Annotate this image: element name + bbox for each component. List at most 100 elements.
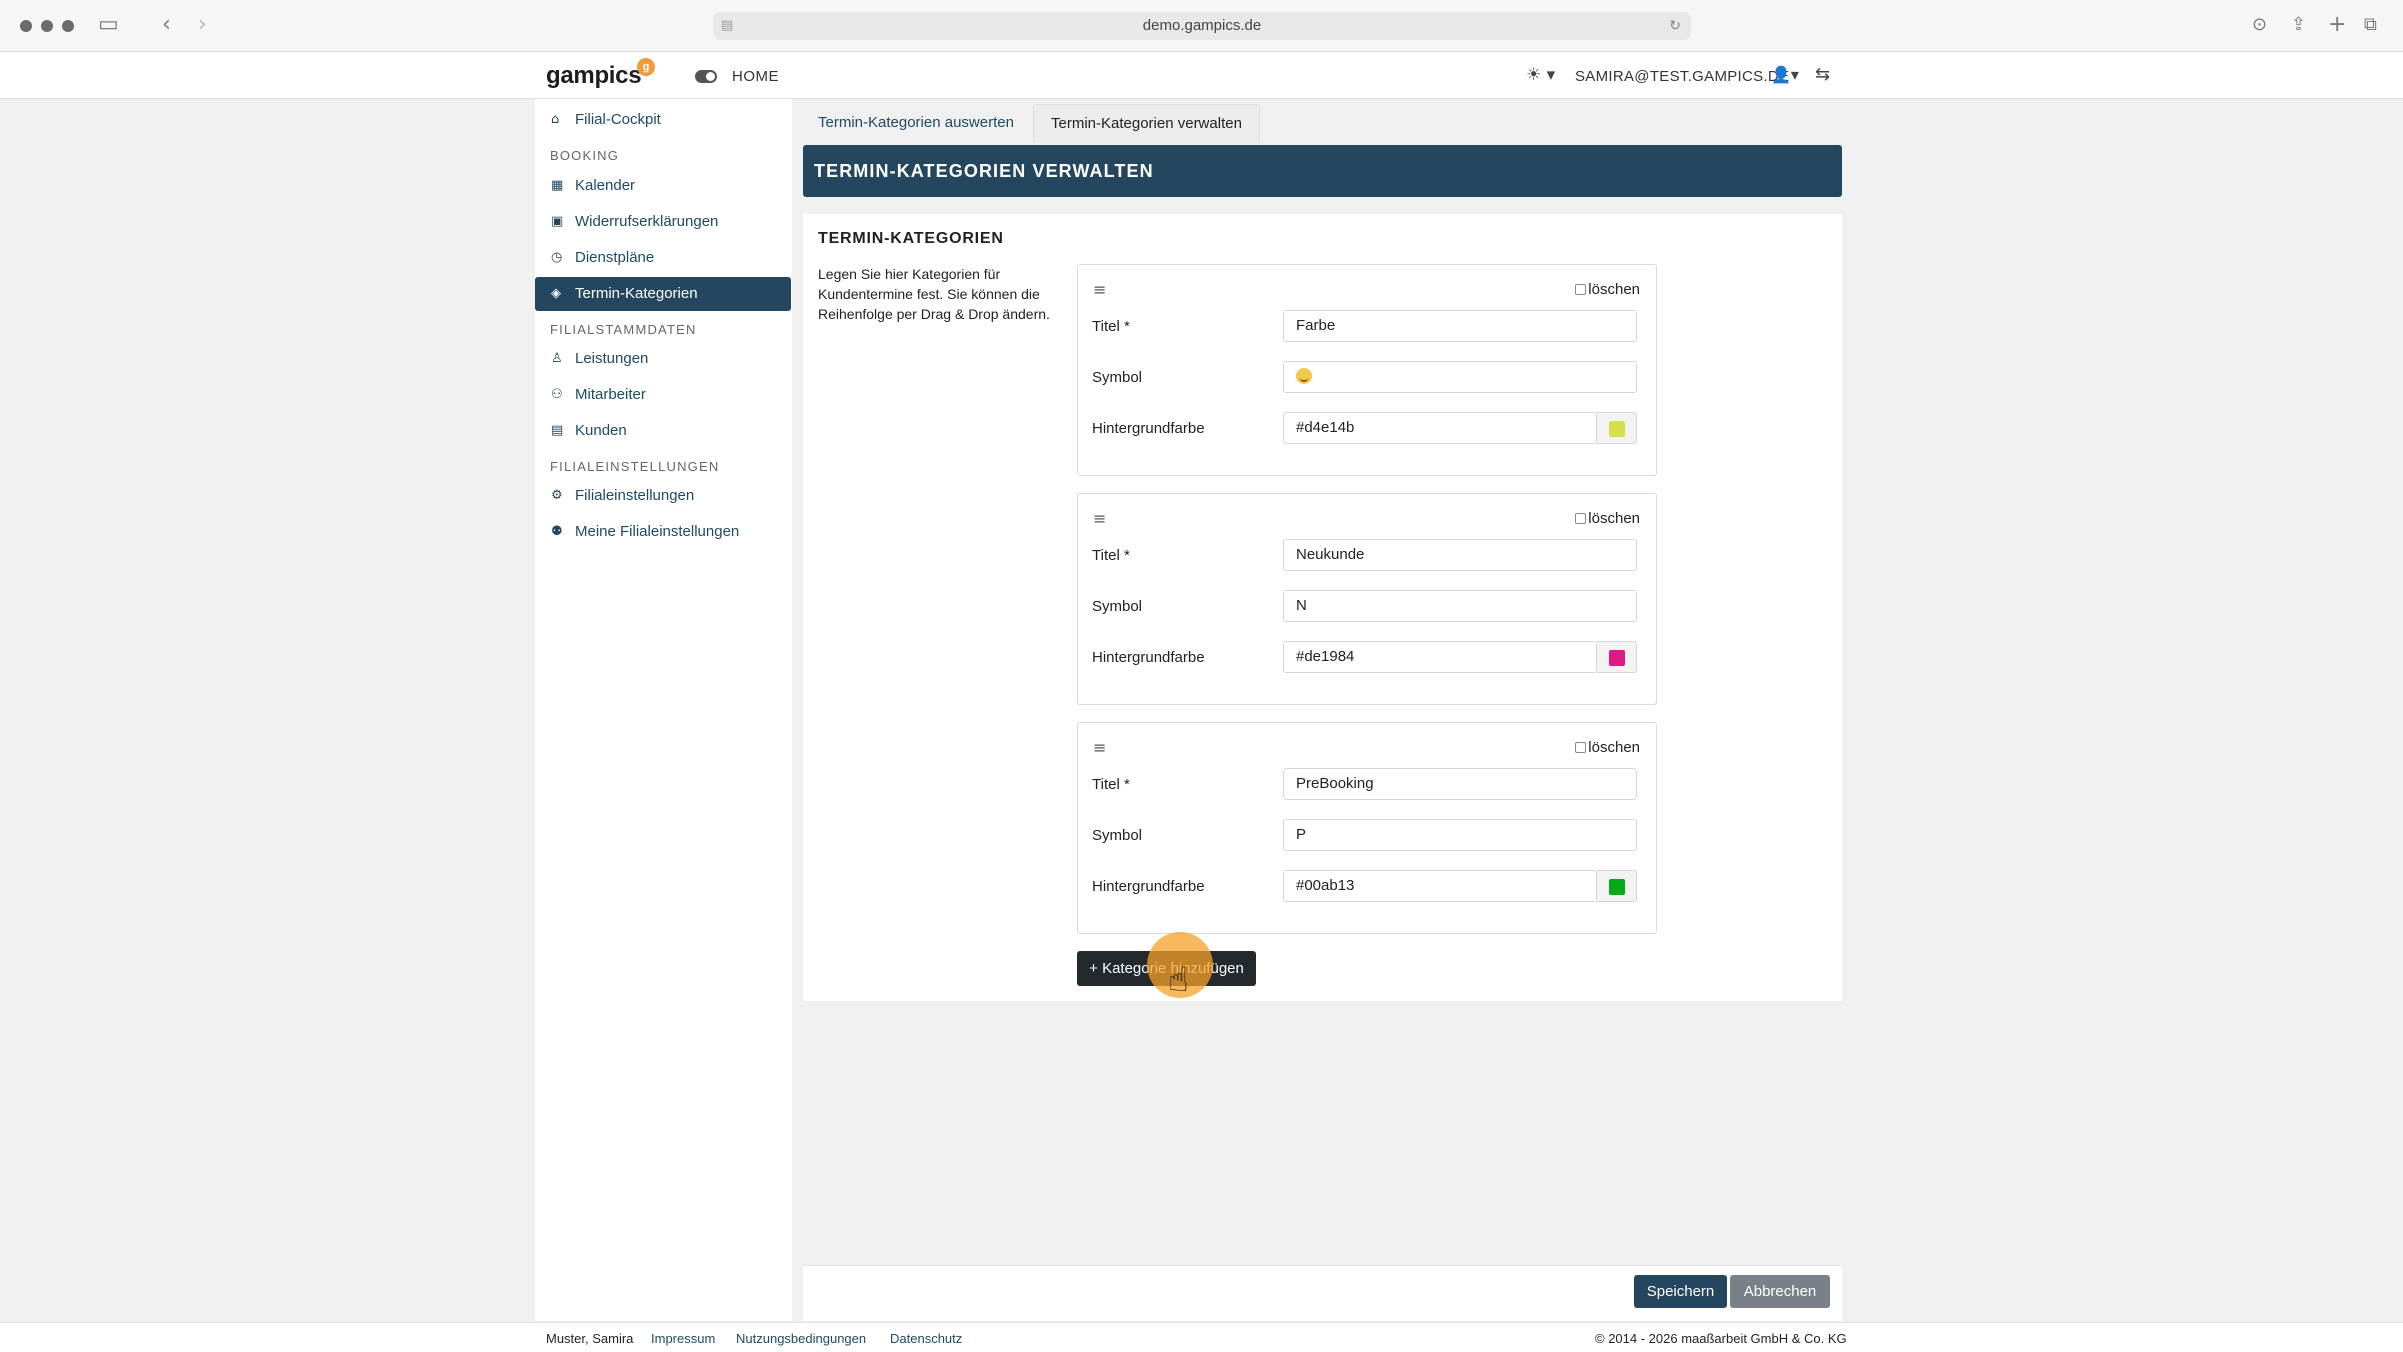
title-label: Titel * [1092,547,1130,564]
tab-auswerten[interactable]: Termin-Kategorien auswerten [801,104,1031,142]
symbol-label: Symbol [1092,598,1143,615]
user-menu[interactable]: SAMIRA@TEST.GAMPICS.DE [1575,68,1789,85]
checkbox-icon[interactable] [1575,513,1587,524]
color-swatch [1609,421,1625,437]
drag-handle-icon[interactable]: ≡ [1093,509,1106,528]
chair-icon: ♙ [551,351,563,366]
copyright: © 2014 - 2026 maaßarbeit GmbH & Co. KG [1595,1331,1847,1346]
sidebar-item-widerrufserklaerungen[interactable]: ▣ Widerrufserklärungen [535,205,792,239]
drag-handle-icon[interactable]: ≡ [1093,280,1106,299]
title-label: Titel * [1092,776,1130,793]
gampics-logo[interactable]: gampics [546,62,642,90]
sidebar-item-filialeinstellungen[interactable]: ⚙ Filialeinstellungen [535,479,792,513]
delete-checkbox[interactable]: löschen [1575,510,1640,527]
title-input[interactable]: Neukunde [1283,539,1637,571]
new-tab-icon[interactable]: + [2328,12,2346,38]
logo-badge-icon: g [637,58,655,76]
section-title: TERMIN-KATEGORIEN [818,230,1004,247]
sidebar-item-label: Meine Filialeinstellungen [575,523,740,540]
impressum-link[interactable]: Impressum [651,1331,715,1346]
sidebar-item-label: Filial-Cockpit [575,111,661,128]
forward-icon[interactable]: › [198,12,207,38]
categories-card: TERMIN-KATEGORIEN Legen Sie hier Kategor… [803,214,1842,1001]
sidebar-item-label: Dienstpläne [575,249,655,266]
color-label: Hintergrundfarbe [1092,878,1205,895]
clock-icon: ◷ [551,250,563,265]
window-controls[interactable] [20,20,74,32]
symbol-label: Symbol [1092,827,1143,844]
sidebar-item-leistungen[interactable]: ♙ Leistungen [535,342,792,376]
delete-checkbox[interactable]: löschen [1575,281,1640,298]
sidebar: ⌂ Filial-Cockpit BOOKING ▦ Kalender ▣ Wi… [535,99,792,1321]
page-title: TERMIN-KATEGORIEN VERWALTEN [803,145,1842,197]
sidebar-heading-booking: BOOKING [550,148,620,163]
home-link[interactable]: HOME [732,68,779,85]
color-picker[interactable] [1597,412,1637,444]
delete-label: löschen [1588,281,1640,298]
nutzungsbedingungen-link[interactable]: Nutzungsbedingungen [736,1331,866,1346]
color-input[interactable]: #d4e14b [1283,412,1597,444]
delete-label: löschen [1588,510,1640,527]
sidebar-item-label: Widerrufserklärungen [575,213,719,230]
settings-icon: ⚙ [551,488,563,503]
user-icon[interactable]: 👤▾ [1771,65,1799,84]
tab-verwalten[interactable]: Termin-Kategorien verwalten [1033,104,1260,142]
category-card: ≡ löschen Titel * PreBooking Symbol P Hi… [1077,722,1657,934]
delete-label: löschen [1588,739,1640,756]
delete-checkbox[interactable]: löschen [1575,739,1640,756]
sidebar-heading-einstellungen: FILIALEINSTELLUNGEN [550,459,720,474]
mode-toggle[interactable] [695,70,717,83]
sidebar-item-termin-kategorien[interactable]: ◈ Termin-Kategorien [535,277,791,311]
checkbox-icon[interactable] [1575,284,1587,295]
share-icon[interactable]: ⇪ [2291,12,2306,38]
sidebar-item-label: Termin-Kategorien [575,285,698,302]
document-icon: ▣ [551,214,564,229]
sidebar-item-filial-cockpit[interactable]: ⌂ Filial-Cockpit [535,103,792,137]
tab-overview-icon[interactable]: ⧉ [2364,12,2377,38]
browser-toolbar: ▭ ‹ › ▤ demo.gampics.de ↻ ⊙ ⇪ + ⧉ [0,0,2403,52]
reload-icon[interactable]: ↻ [1669,12,1681,40]
title-input[interactable]: Farbe [1283,310,1637,342]
back-icon[interactable]: ‹ [162,12,171,38]
drag-handle-icon[interactable]: ≡ [1093,738,1106,757]
section-description: Legen Sie hier Kategorien für Kundenterm… [818,266,1050,322]
contact-icon: ▤ [551,423,564,438]
color-label: Hintergrundfarbe [1092,420,1205,437]
sidebar-item-meine-filialeinstellungen[interactable]: ⚉ Meine Filialeinstellungen [535,515,792,549]
save-button[interactable]: Speichern [1634,1275,1727,1308]
sidebar-item-mitarbeiter[interactable]: ⚇ Mitarbeiter [535,378,792,412]
symbol-input[interactable]: N [1283,590,1637,622]
page-settings-icon[interactable]: ▤ [721,12,733,40]
hand-cursor-icon: ☝ [1168,960,1189,1000]
page-footer: Muster, Samira Impressum Nutzungsbedingu… [0,1322,2403,1352]
sidebar-toggle-icon[interactable]: ▭ [98,12,119,38]
download-icon[interactable]: ⊙ [2252,12,2267,38]
url-text: demo.gampics.de [1142,17,1262,34]
color-picker[interactable] [1597,870,1637,902]
address-bar[interactable]: ▤ demo.gampics.de ↻ [713,12,1691,40]
tags-icon: ◈ [551,286,561,301]
sidebar-item-kalender[interactable]: ▦ Kalender [535,169,792,203]
category-card: ≡ löschen Titel * Farbe Symbol Hintergru… [1077,264,1657,476]
checkbox-icon[interactable] [1575,742,1587,753]
color-input[interactable]: #de1984 [1283,641,1597,673]
color-picker[interactable] [1597,641,1637,673]
color-swatch [1609,650,1625,666]
sidebar-item-label: Kalender [575,177,636,194]
switch-branch-icon[interactable]: ⇆ [1815,64,1830,85]
sidebar-item-kunden[interactable]: ▤ Kunden [535,414,792,448]
category-card: ≡ löschen Titel * Neukunde Symbol N Hint… [1077,493,1657,705]
title-input[interactable]: PreBooking [1283,768,1637,800]
theme-icon[interactable]: ☀ ▾ [1526,65,1555,85]
smiley-icon [1296,368,1312,384]
app-navbar: gampics g HOME ☀ ▾ SAMIRA@TEST.GAMPICS.D… [0,52,2403,99]
sidebar-item-dienstplaene[interactable]: ◷ Dienstpläne [535,241,792,275]
home-icon: ⌂ [551,112,560,127]
footer-user: Muster, Samira [546,1331,634,1346]
symbol-input[interactable]: P [1283,819,1637,851]
symbol-input[interactable] [1283,361,1637,393]
color-input[interactable]: #00ab13 [1283,870,1597,902]
datenschutz-link[interactable]: Datenschutz [890,1331,962,1346]
cancel-button[interactable]: Abbrechen [1730,1275,1830,1308]
sidebar-item-label: Leistungen [575,350,649,367]
